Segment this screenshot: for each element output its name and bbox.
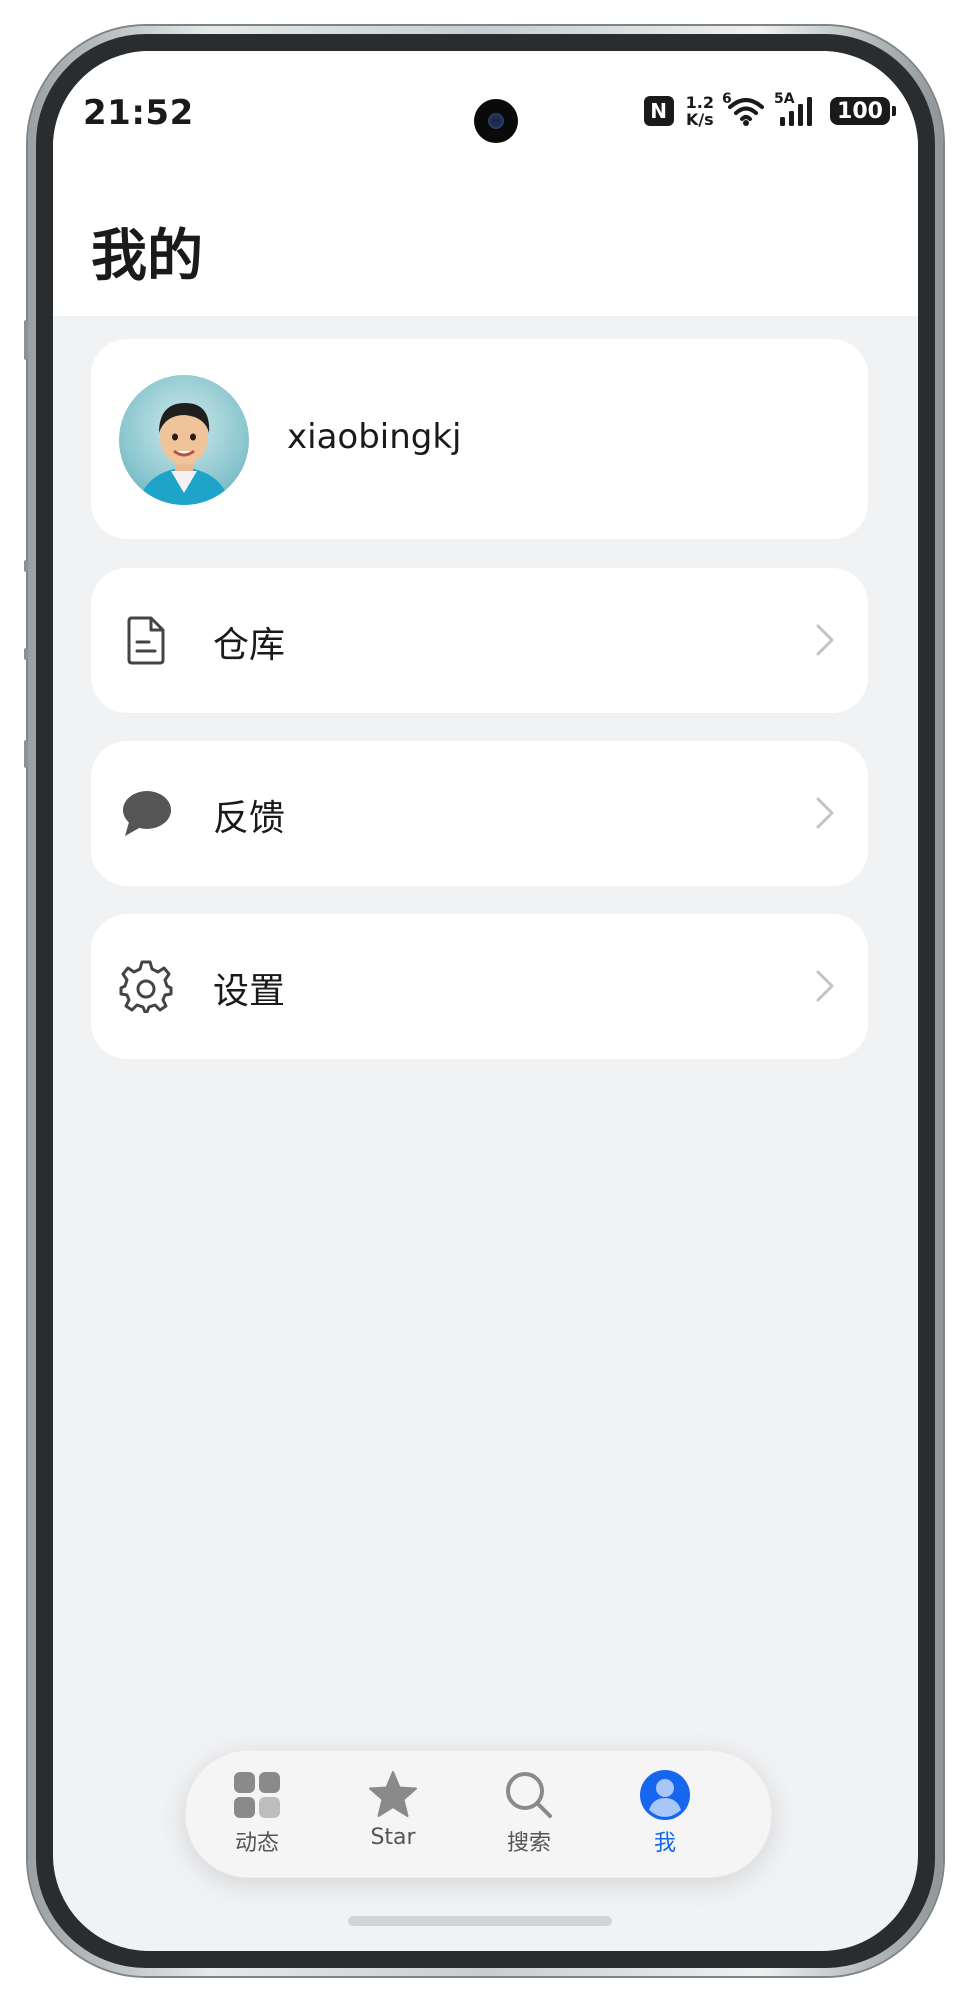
menu-item-feedback[interactable]: 反馈 — [91, 741, 868, 886]
tab-label-feed: 动态 — [234, 1831, 279, 1856]
tab-feed[interactable]: 动态 — [202, 1769, 312, 1861]
document-icon — [127, 616, 165, 665]
wifi-status: 6 — [722, 91, 766, 127]
chevron-right-icon — [816, 797, 834, 829]
side-button — [24, 740, 28, 768]
status-icons: N 1.2 K/s 6 5A 100 — [643, 91, 896, 131]
menu-item-settings[interactable]: 设置 — [91, 914, 868, 1059]
person-icon — [640, 1770, 690, 1820]
tab-label-me: 我 — [653, 1831, 676, 1856]
net-speed: 1.2 K/s — [686, 94, 714, 128]
wifi-icon — [728, 98, 764, 126]
screen: 21:52 N 1.2 K/s 6 5A 100 我的 xiaobingkj 仓… — [53, 51, 918, 1951]
grid-icon — [234, 1772, 280, 1818]
menu-label-repository: 仓库 — [213, 625, 286, 666]
avatar[interactable] — [119, 375, 249, 505]
tab-me[interactable]: 我 — [610, 1769, 720, 1861]
search-icon — [506, 1772, 552, 1818]
tab-label-search: 搜索 — [506, 1831, 551, 1856]
net-speed-value: 1.2 — [685, 93, 714, 112]
side-button — [24, 648, 28, 660]
signal-status: 5A — [774, 91, 818, 127]
status-time: 21:52 — [83, 93, 194, 133]
home-indicator[interactable] — [348, 1916, 612, 1926]
tab-search[interactable]: 搜索 — [474, 1769, 584, 1861]
top-area: 21:52 N 1.2 K/s 6 5A 100 我的 — [53, 51, 918, 316]
phone-frame: 21:52 N 1.2 K/s 6 5A 100 我的 xiaobingkj 仓… — [28, 26, 943, 1976]
side-button — [24, 560, 28, 572]
menu-label-feedback: 反馈 — [213, 798, 286, 839]
menu-item-repository[interactable]: 仓库 — [91, 568, 868, 713]
page-title: 我的 — [91, 224, 203, 289]
tab-star[interactable]: Star — [338, 1769, 448, 1861]
phone-bezel: 21:52 N 1.2 K/s 6 5A 100 我的 xiaobingkj 仓… — [36, 34, 935, 1968]
battery-icon: 100 — [830, 97, 896, 125]
gear-icon — [119, 960, 173, 1013]
side-button — [24, 320, 28, 360]
tab-label-star: Star — [370, 1825, 416, 1850]
avatar-portrait — [139, 403, 229, 505]
menu-label-settings: 设置 — [213, 971, 286, 1012]
chevron-right-icon — [816, 624, 834, 656]
front-camera — [474, 99, 518, 143]
nfc-icon: N — [643, 96, 674, 126]
signal-tag: 5A — [774, 91, 795, 107]
net-speed-unit: K/s — [685, 110, 714, 129]
username: xiaobingkj — [287, 417, 462, 457]
chat-bubble-icon — [123, 791, 171, 836]
wifi-tag: 6 — [722, 91, 732, 107]
star-icon — [369, 1771, 417, 1817]
bottom-tab-bar: 动态 Star 搜索 我 — [185, 1750, 772, 1878]
profile-card[interactable]: xiaobingkj — [91, 339, 868, 539]
chevron-right-icon — [816, 970, 834, 1002]
